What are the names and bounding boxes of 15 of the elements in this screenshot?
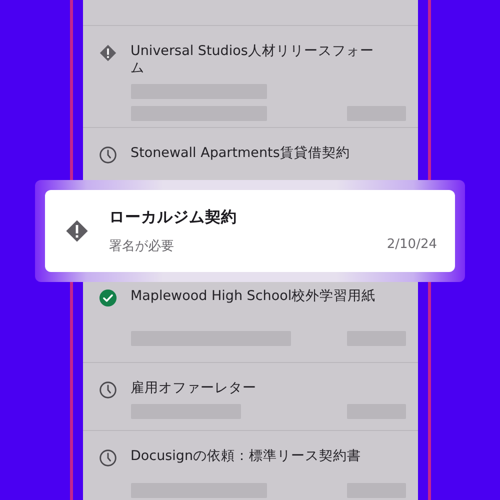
document-title: 雇用オファーレター: [130, 380, 258, 397]
clock-icon: [98, 381, 116, 399]
clock-icon: [98, 146, 116, 164]
date-text: 2/10/24: [386, 237, 437, 254]
check-icon: [98, 289, 116, 307]
document-title: Universal Studios人材リリースフォーム: [130, 43, 375, 77]
document-title: Stonewall Apartments賃貸借契約: [130, 145, 351, 162]
document-card[interactable]: ローカルジム契約 署名が必要 2/10/24: [45, 190, 455, 272]
document-title: Docusignの依頼：標準リース契約書: [130, 448, 362, 465]
warning-icon: [65, 219, 89, 243]
document-title: Maplewood High School校外学習用紙: [130, 288, 377, 305]
clock-icon: [98, 449, 116, 467]
warning-icon: [98, 44, 116, 62]
document-title: ローカルジム契約: [109, 207, 238, 228]
status-text: 署名が必要: [109, 238, 174, 255]
